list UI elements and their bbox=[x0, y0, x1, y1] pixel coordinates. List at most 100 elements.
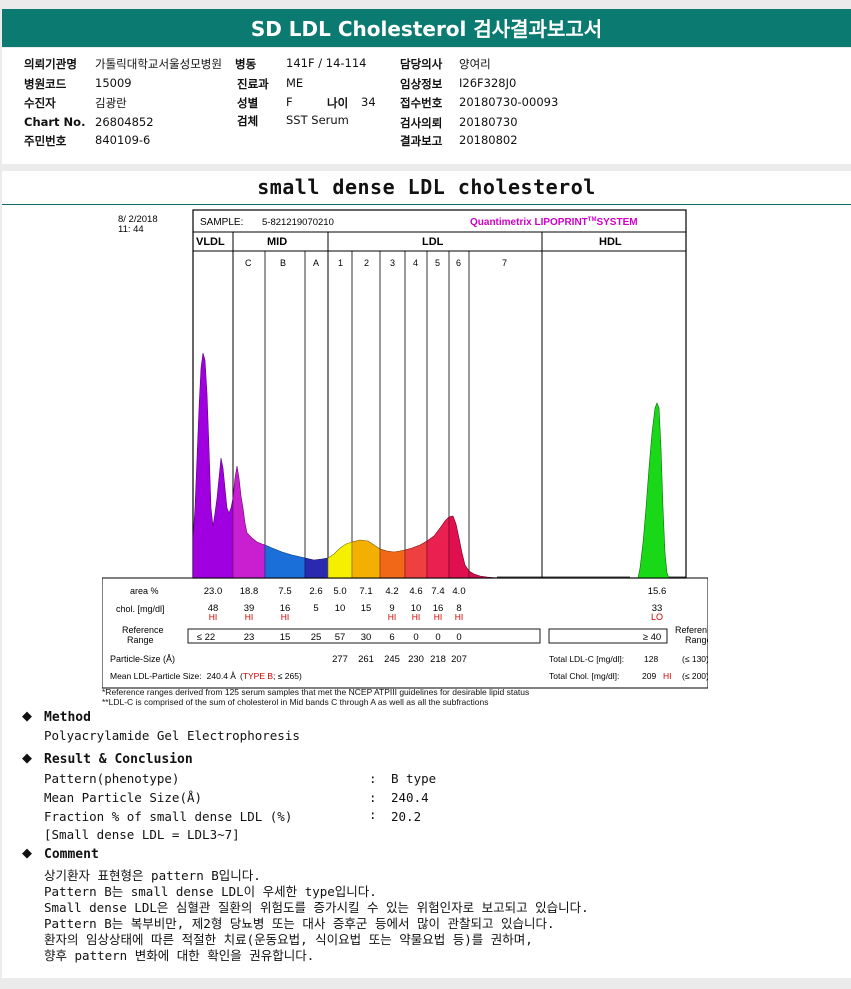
band-label-2: 2 bbox=[364, 258, 369, 268]
vldl-peak bbox=[192, 352, 234, 579]
info-label: 진료과 bbox=[237, 77, 269, 91]
chol-flag: HI bbox=[245, 612, 254, 622]
brand-name: Quantimetrix LIPOPRINT bbox=[470, 217, 588, 228]
info-label: 검사의뢰 bbox=[400, 116, 443, 130]
sample-label: SAMPLE: bbox=[200, 217, 243, 228]
chol-flag: HI bbox=[434, 612, 443, 622]
result-value-fraction: 20.2 bbox=[391, 809, 422, 824]
ldl3-peak bbox=[379, 548, 406, 579]
bullet-diamond-icon: ◆ bbox=[22, 846, 32, 861]
result-value-size: 240.4 bbox=[391, 790, 429, 805]
total-chol-value: 209 bbox=[642, 671, 656, 681]
info-value: 840109-6 bbox=[95, 133, 151, 147]
reference-value: 0 bbox=[456, 632, 461, 643]
mean-ldl-size: Mean LDL-Particle Size: 240.4 Å (TYPE B; ≤… bbox=[110, 671, 302, 681]
info-label: 담당의사 bbox=[400, 57, 443, 71]
area-value: 4.2 bbox=[385, 586, 398, 597]
ldl4-peak bbox=[404, 540, 428, 579]
hdl-peak bbox=[637, 402, 670, 579]
ldl1-peak bbox=[327, 541, 353, 579]
subtitle-rule bbox=[2, 204, 851, 205]
band-label-6: 6 bbox=[456, 258, 461, 268]
total-chol-flag: HI bbox=[663, 671, 672, 681]
info-value: 20180802 bbox=[459, 133, 518, 147]
result-label-size: Mean Particle Size(Å) bbox=[44, 790, 203, 805]
hdl-flag: LO bbox=[651, 612, 663, 622]
reference-value: 25 bbox=[311, 632, 322, 643]
bottom-strip bbox=[0, 978, 851, 989]
method-heading: Method bbox=[44, 710, 91, 725]
info-value: 26804852 bbox=[95, 115, 154, 129]
area-value: 4.0 bbox=[452, 586, 465, 597]
info-label: 주민번호 bbox=[24, 134, 67, 148]
footnote-1: *Reference ranges derived from 125 serum… bbox=[102, 687, 530, 697]
total-ldl-ref: (≤ 130) bbox=[682, 654, 708, 664]
info-label: 결과보고 bbox=[400, 134, 443, 148]
comment-heading: Comment bbox=[44, 847, 99, 862]
area-value: 7.4 bbox=[431, 586, 444, 597]
band-label-b: B bbox=[280, 258, 286, 268]
report-subtitle: small dense LDL cholesterol bbox=[257, 175, 596, 199]
row-label-ref4: Range bbox=[685, 635, 708, 645]
row-label-ref1: Reference bbox=[122, 625, 164, 635]
area-value: 7.1 bbox=[359, 586, 372, 597]
result-note: [Small dense LDL = LDL3~7] bbox=[44, 827, 240, 842]
chol-value: 15 bbox=[361, 603, 372, 614]
info-value: 34 bbox=[361, 95, 376, 109]
chol-flag: HI bbox=[388, 612, 397, 622]
type-ref: ; ≤ 265) bbox=[273, 671, 302, 681]
info-label: 수진자 bbox=[24, 96, 56, 110]
band-label-7: 7 bbox=[502, 258, 507, 268]
area-value: 18.8 bbox=[240, 586, 259, 597]
info-value: 15009 bbox=[95, 76, 132, 90]
result-value-pattern: B type bbox=[391, 771, 437, 786]
phenotype-type: TYPE B bbox=[243, 671, 274, 681]
brand-tm: TM bbox=[588, 217, 597, 223]
chol-flag: HI bbox=[209, 612, 218, 622]
particle-size-value: 230 bbox=[408, 654, 424, 665]
result-label-pattern: Pattern(phenotype) bbox=[44, 771, 180, 786]
gel-value-cells: 23.0 18.8 7.5 2.6 5.0 7.1 4.2 4.6 7.4 4.048 39 16 5 1… bbox=[197, 586, 467, 665]
group-vldl: VLDL bbox=[196, 236, 225, 248]
mid-c-peak bbox=[232, 465, 266, 579]
area-value: 2.6 bbox=[309, 586, 322, 597]
lipoprint-brand: Quantimetrix LIPOPRINTTMSYSTEM bbox=[470, 217, 638, 228]
row-label-chol: chol. [mg/dl] bbox=[116, 604, 165, 614]
top-strip bbox=[0, 0, 851, 8]
result-sep: : bbox=[369, 771, 377, 786]
band-label-1: 1 bbox=[338, 258, 343, 268]
band-dividers bbox=[264, 251, 470, 578]
area-value: 7.5 bbox=[278, 586, 291, 597]
footnote-2: **LDL-C is comprised of the sum of chole… bbox=[102, 697, 489, 707]
band-label-a: A bbox=[313, 258, 319, 268]
particle-size-value: 218 bbox=[430, 654, 446, 665]
result-label-fraction: Fraction % of small dense LDL (%) bbox=[44, 809, 293, 824]
band-label-4: 4 bbox=[413, 258, 418, 268]
patient-info-panel: 의뢰기관명 가톨릭대학교서울성모병원 병원코드 15009 수진자 김광란 Ch… bbox=[2, 48, 851, 164]
info-label: 성별 bbox=[237, 96, 259, 110]
info-label: 병동 bbox=[235, 57, 257, 71]
total-chol-ref: (≤ 200) bbox=[682, 671, 708, 681]
report-header: SD LDL Cholesterol 검사결과보고서 bbox=[2, 9, 851, 47]
chol-flag: HI bbox=[281, 612, 290, 622]
bullet-diamond-icon: ◆ bbox=[22, 751, 32, 766]
particle-size-value: 277 bbox=[332, 654, 348, 665]
particle-size-value: 261 bbox=[358, 654, 374, 665]
total-ldl-label: Total LDL-C [mg/dl]: bbox=[549, 654, 624, 664]
info-value: SST Serum bbox=[286, 113, 349, 127]
info-value: F bbox=[286, 95, 293, 109]
info-label: 접수번호 bbox=[400, 96, 443, 110]
report-page: SD LDL Cholesterol 검사결과보고서 의뢰기관명 가톨릭대학교서… bbox=[0, 0, 851, 989]
info-value: 가톨릭대학교서울성모병원 bbox=[95, 57, 222, 71]
info-label: 임상정보 bbox=[400, 77, 443, 91]
info-value: 양여리 bbox=[459, 57, 491, 71]
band-label-c: C bbox=[245, 258, 252, 268]
ldl2-peak bbox=[351, 539, 381, 579]
reference-value: 30 bbox=[361, 632, 372, 643]
hdl-ref: ≥ 40 bbox=[643, 632, 661, 643]
info-value: ME bbox=[286, 76, 304, 90]
group-ldl: LDL bbox=[422, 236, 444, 248]
total-ldl-value: 128 bbox=[644, 654, 658, 664]
print-time: 11: 44 bbox=[118, 224, 144, 235]
result-sep: : bbox=[369, 790, 377, 805]
